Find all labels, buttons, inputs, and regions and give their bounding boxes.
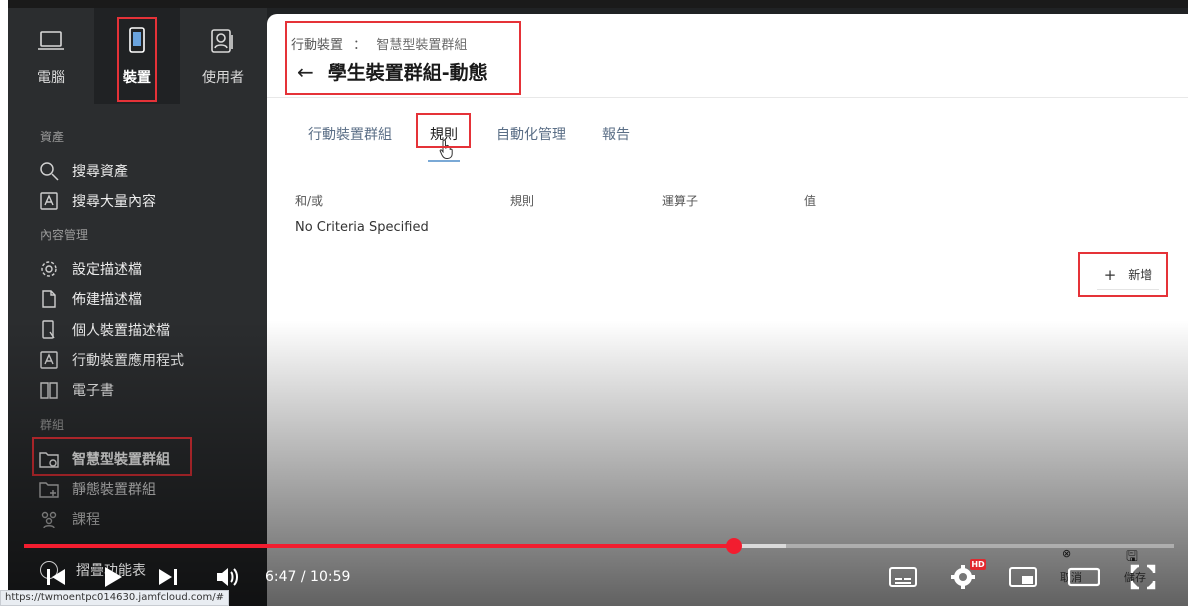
- sidebar-item-search-inventory[interactable]: 搜尋資產: [38, 158, 128, 184]
- previous-icon[interactable]: [44, 562, 68, 592]
- section-content: 內容管理: [40, 228, 89, 242]
- subtitles-icon[interactable]: [888, 562, 918, 592]
- sidebar-item-label: 設定描述檔: [72, 262, 142, 278]
- add-button[interactable]: + 新增: [1097, 260, 1159, 290]
- sidebar-item-smart-groups[interactable]: 智慧型裝置群組: [38, 446, 170, 472]
- document-icon: [38, 288, 60, 310]
- sidebar-item-ebooks[interactable]: 電子書: [38, 377, 114, 403]
- section-groups: 群組: [40, 418, 65, 432]
- tab-bar: 行動裝置群組 規則 自動化管理 報告: [308, 124, 666, 162]
- hand-cursor-icon: [439, 139, 453, 159]
- breadcrumb: 行動裝置 ： 智慧型裝置群組: [291, 34, 467, 53]
- close-circle-icon[interactable]: ⊗: [1062, 547, 1071, 560]
- sidebar-item-search-volume[interactable]: 搜尋大量內容: [38, 188, 156, 214]
- sidebar-item-static-groups[interactable]: 靜態裝置群組: [38, 476, 156, 502]
- sidebar-item-label: 搜尋資產: [72, 164, 128, 180]
- smart-folder-icon: [38, 448, 60, 470]
- page-title: 學生裝置群組-動態: [327, 62, 488, 84]
- sidebar-item-label: 智慧型裝置群組: [72, 452, 170, 468]
- tab-reports[interactable]: 報告: [602, 124, 630, 162]
- main-panel: 行動裝置 ： 智慧型裝置群組 ← 學生裝置群組-動態 行動裝置群組 規則 自動化…: [267, 14, 1188, 606]
- column-header-operator: 運算子: [662, 194, 699, 208]
- laptop-icon: [38, 31, 64, 50]
- sidebar-item-classes[interactable]: 課程: [38, 506, 100, 532]
- sidebar-tab-label: 裝置: [123, 70, 151, 86]
- gear-icon: [38, 258, 60, 280]
- breadcrumb-current[interactable]: 智慧型裝置群組: [376, 38, 467, 53]
- mobile-device-icon: [129, 27, 145, 53]
- sidebar-tab-users[interactable]: 使用者: [180, 8, 266, 104]
- progress-played: [24, 544, 734, 548]
- sidebar-item-label: 佈建描述檔: [72, 292, 142, 308]
- book-icon: [38, 379, 60, 401]
- hd-badge: HD: [970, 559, 986, 570]
- sidebar-tab-label: 電腦: [37, 70, 65, 86]
- sidebar-tab-devices[interactable]: 裝置: [94, 8, 180, 104]
- search-icon: [38, 160, 60, 182]
- title-row: ← 學生裝置群組-動態: [297, 58, 488, 85]
- sidebar-item-mobile-apps[interactable]: 行動裝置應用程式: [38, 347, 184, 373]
- app-store-box-icon: [38, 190, 60, 212]
- sidebar-item-label: 課程: [72, 512, 100, 528]
- volume-icon[interactable]: [214, 562, 242, 592]
- plus-icon: +: [1103, 265, 1117, 284]
- sidebar-item-config-profiles[interactable]: 設定描述檔: [38, 256, 142, 282]
- progress-scrubber[interactable]: [725, 538, 742, 554]
- column-header-criteria: 規則: [510, 194, 535, 208]
- add-button-label: 新增: [1128, 268, 1153, 282]
- back-arrow-icon[interactable]: ←: [297, 60, 314, 84]
- theater-mode-icon[interactable]: [1068, 562, 1100, 592]
- sidebar-item-label: 行動裝置應用程式: [72, 353, 184, 369]
- column-header-value: 值: [804, 194, 817, 208]
- sidebar-item-personal-profiles[interactable]: 個人裝置描述檔: [38, 317, 170, 343]
- folder-plus-icon: [38, 478, 60, 500]
- user-badge-icon: [211, 29, 233, 53]
- page-header: 行動裝置 ： 智慧型裝置群組 ← 學生裝置群組-動態: [267, 14, 1188, 98]
- sidebar-tab-label: 使用者: [202, 70, 244, 86]
- column-header-andor: 和/或: [295, 194, 324, 208]
- section-assets: 資產: [40, 130, 65, 144]
- breadcrumb-root[interactable]: 行動裝置: [291, 38, 343, 53]
- sidebar-item-label: 電子書: [72, 383, 114, 399]
- status-bar-url: https://twmoentpc014630.jamfcloud.com/#: [0, 590, 229, 606]
- app-icon: [38, 349, 60, 371]
- tab-automation[interactable]: 自動化管理: [496, 124, 566, 162]
- play-icon[interactable]: [100, 562, 126, 592]
- video-time: 6:47 / 10:59: [265, 569, 351, 585]
- personal-device-icon: [38, 319, 60, 341]
- sidebar: 電腦 裝置 使用者 資產 搜尋資產 搜尋大量內容 內容管理 設定描述檔 佈建描述…: [8, 8, 267, 606]
- sidebar-item-provisioning[interactable]: 佈建描述檔: [38, 286, 142, 312]
- fullscreen-icon[interactable]: [1128, 562, 1158, 592]
- sidebar-item-label: 搜尋大量內容: [72, 194, 156, 210]
- tab-device-group[interactable]: 行動裝置群組: [308, 124, 392, 162]
- people-icon: [38, 508, 60, 530]
- sidebar-item-label: 個人裝置描述檔: [72, 323, 170, 339]
- breadcrumb-separator: ：: [353, 38, 367, 53]
- empty-criteria-text: No Criteria Specified: [295, 220, 429, 235]
- top-strip: [8, 0, 1188, 8]
- sidebar-tabs: 電腦 裝置 使用者: [8, 8, 267, 104]
- sidebar-tab-computers[interactable]: 電腦: [8, 8, 94, 104]
- miniplayer-icon[interactable]: [1008, 562, 1038, 592]
- sidebar-item-label: 靜態裝置群組: [72, 482, 156, 498]
- next-icon[interactable]: [156, 562, 180, 592]
